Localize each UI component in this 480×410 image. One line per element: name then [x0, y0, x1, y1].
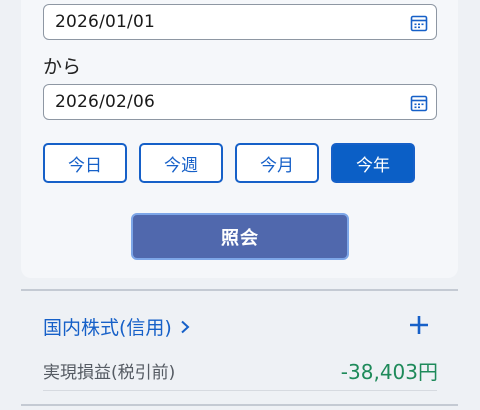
range-today-button[interactable]: 今日 [43, 143, 127, 183]
calendar-icon[interactable] [410, 94, 428, 112]
section-divider [21, 289, 458, 291]
end-date-field[interactable]: 2026/02/06 [43, 84, 437, 120]
domestic-margin-section-link[interactable]: 国内株式(信用) [43, 313, 190, 340]
search-button[interactable]: 照会 [131, 213, 349, 260]
calendar-icon[interactable] [410, 14, 428, 32]
chevron-right-icon [181, 320, 190, 333]
row-divider [43, 390, 437, 391]
start-date-value: 2026/01/01 [55, 12, 155, 32]
plus-icon[interactable] [408, 314, 430, 336]
section-title: 国内株式(信用) [43, 317, 172, 339]
range-this-year-button[interactable]: 今年 [331, 143, 415, 183]
range-this-week-button[interactable]: 今週 [139, 143, 223, 183]
realized-pl-label: 実現損益(税引前) [43, 363, 176, 383]
range-this-month-button[interactable]: 今月 [235, 143, 319, 183]
bottom-divider [21, 404, 458, 406]
realized-pl-value: -38,403円 [340, 360, 438, 384]
end-date-value: 2026/02/06 [55, 92, 155, 112]
start-date-field[interactable]: 2026/01/01 [43, 4, 437, 40]
range-separator-label: から [43, 56, 82, 78]
